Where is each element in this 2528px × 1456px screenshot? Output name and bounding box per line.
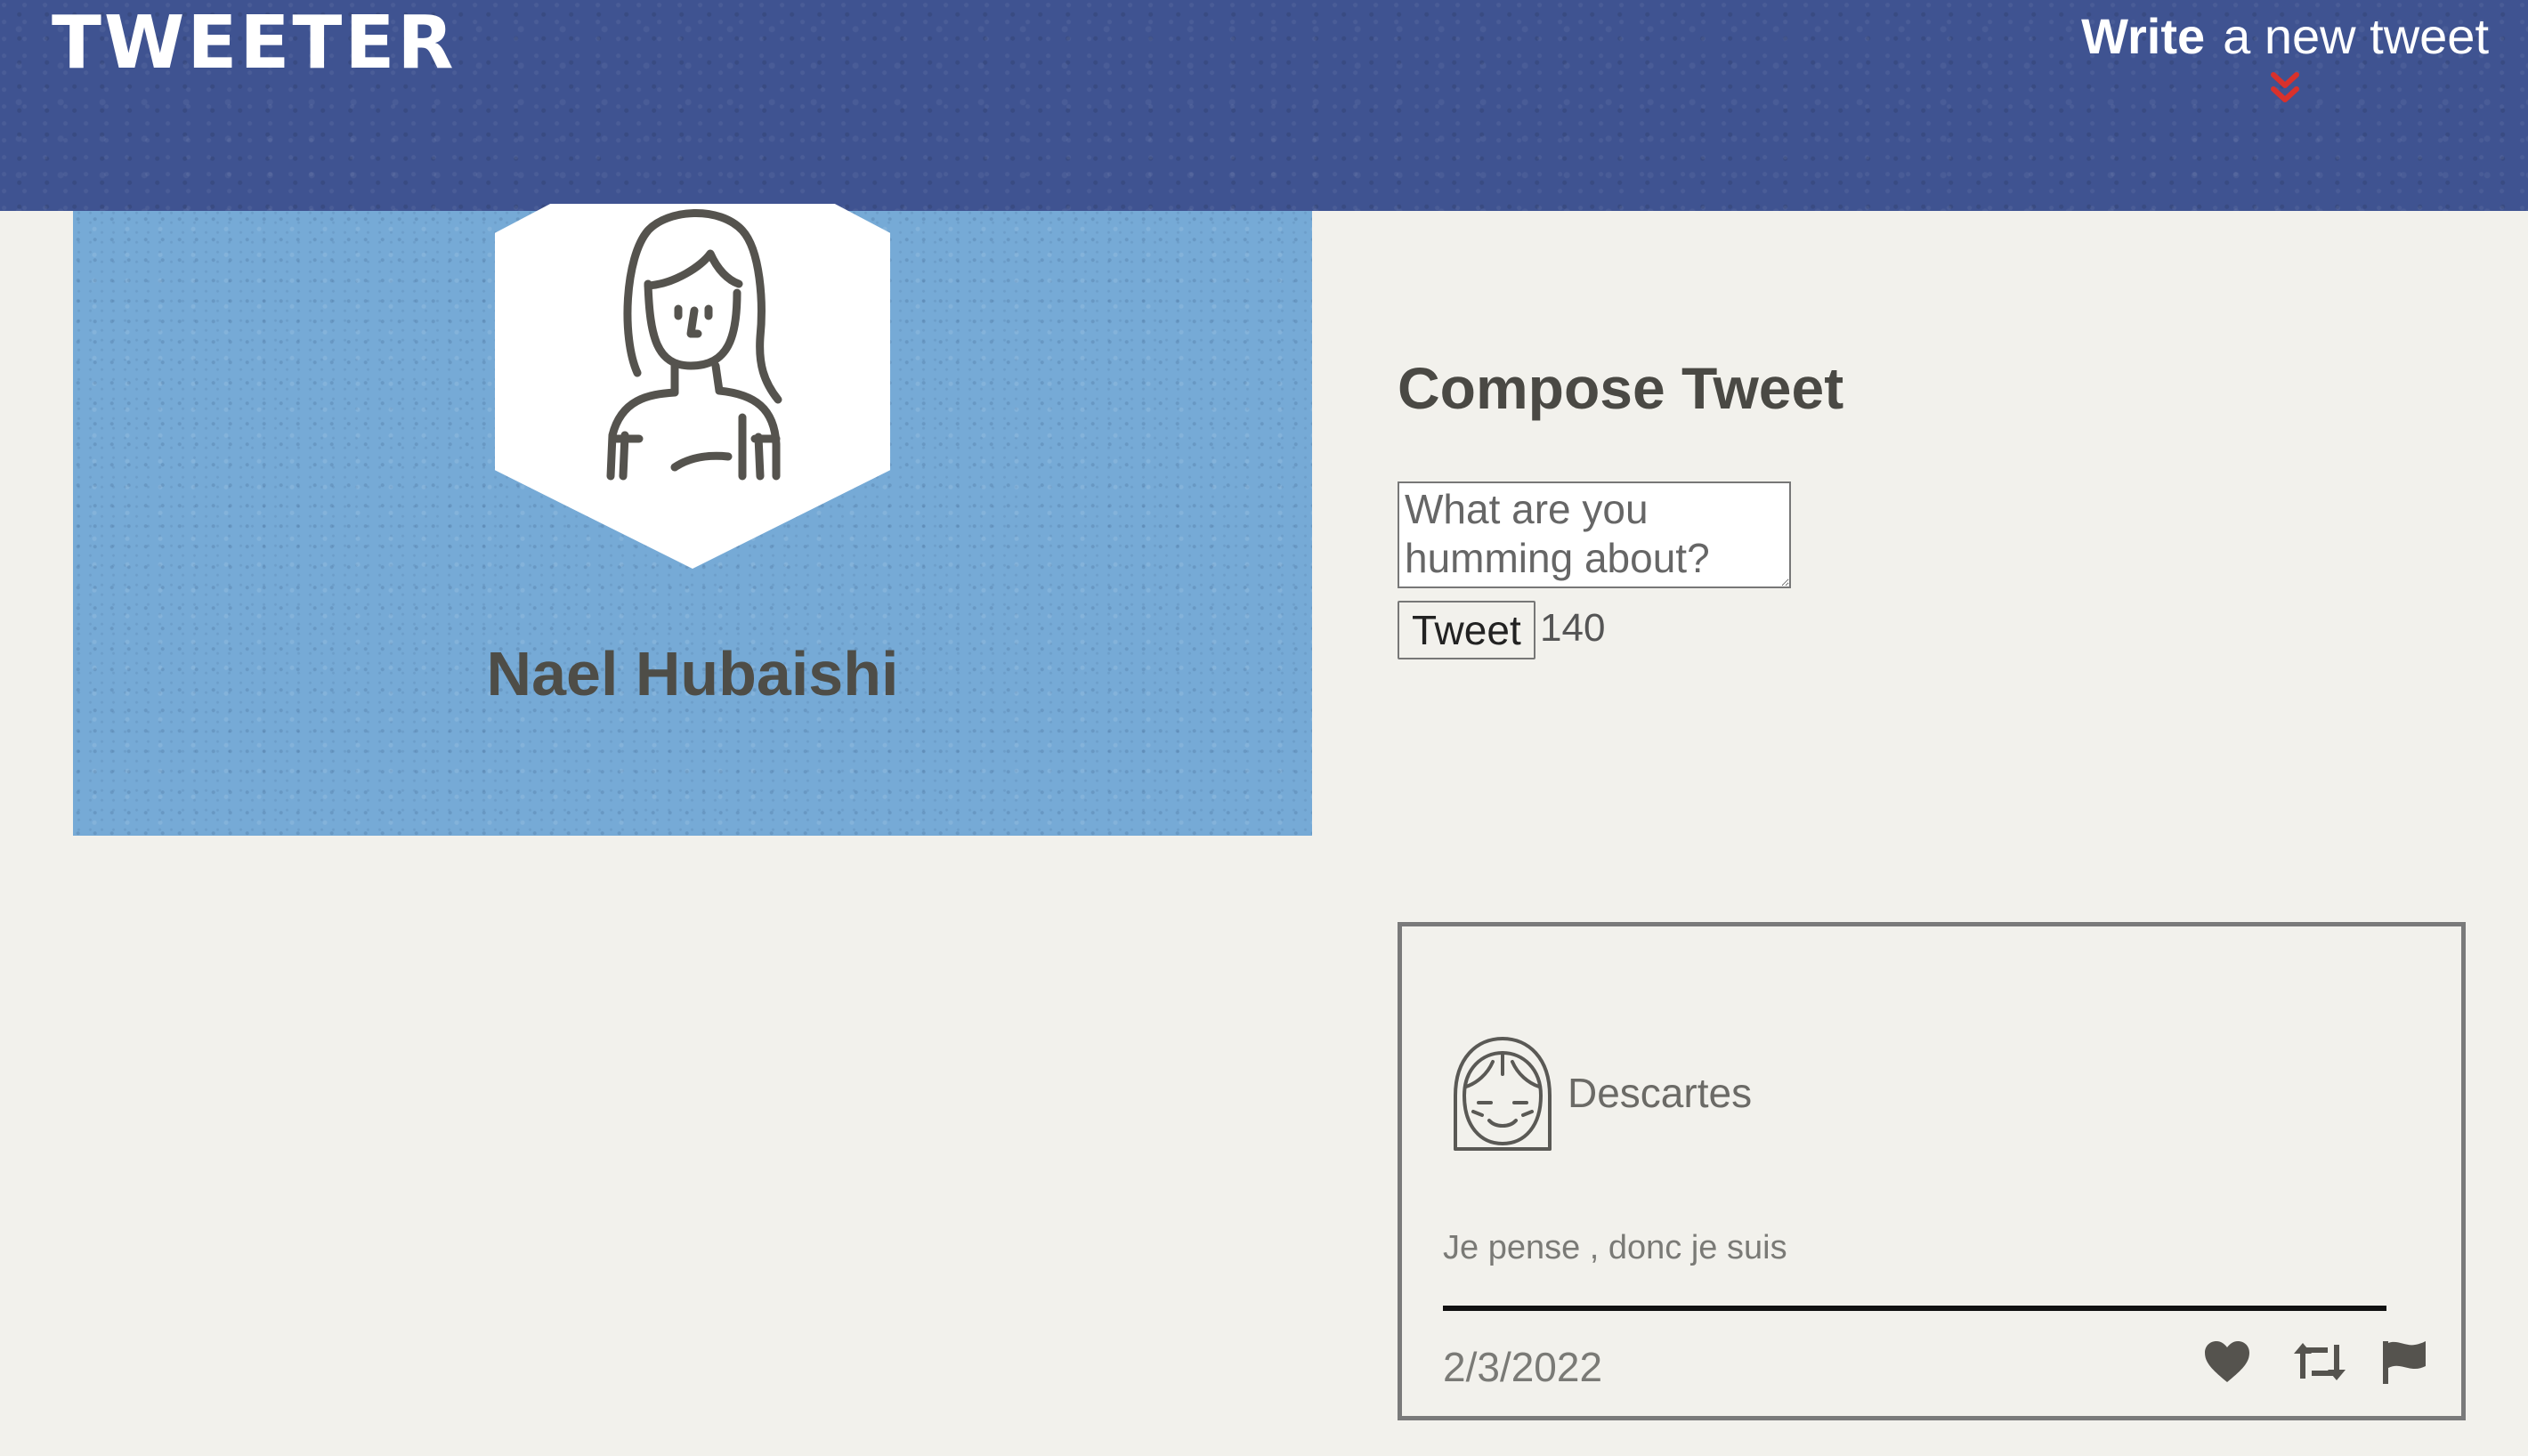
brand-logo[interactable]: TWEETER bbox=[52, 4, 457, 84]
user-avatar-icon bbox=[606, 209, 782, 481]
profile-header: Nael Hubaishi bbox=[73, 204, 1312, 836]
retweet-icon[interactable] bbox=[2292, 1339, 2347, 1384]
tweet-user-avatar-icon bbox=[1454, 1037, 1552, 1151]
double-chevron-down-icon[interactable] bbox=[2270, 71, 2300, 105]
top-nav: TWEETER Write a new tweet bbox=[0, 0, 2528, 211]
tweet-username[interactable]: Descartes bbox=[1568, 1069, 1752, 1117]
flag-icon[interactable] bbox=[2381, 1339, 2427, 1386]
tweet-card: Descartes Je pense , donc je suis 2/3/20… bbox=[1398, 922, 2466, 1420]
profile-name: Nael Hubaishi bbox=[486, 639, 899, 708]
tweet-textarea[interactable] bbox=[1398, 481, 1791, 588]
new-tweet-label: a new tweet bbox=[2223, 8, 2489, 64]
tweet-button[interactable]: Tweet bbox=[1398, 601, 1535, 659]
profile-avatar bbox=[495, 204, 890, 569]
heart-icon[interactable] bbox=[2203, 1339, 2251, 1384]
tweet-text: Je pense , donc je suis bbox=[1443, 1229, 1787, 1266]
write-new-tweet-toggle[interactable]: Write a new tweet bbox=[2081, 4, 2489, 105]
tweet-divider bbox=[1443, 1306, 2386, 1311]
write-label: Write bbox=[2081, 8, 2206, 64]
character-counter: 140 bbox=[1540, 606, 1606, 650]
compose-title: Compose Tweet bbox=[1398, 355, 1844, 421]
tweet-date: 2/3/2022 bbox=[1443, 1344, 1603, 1390]
